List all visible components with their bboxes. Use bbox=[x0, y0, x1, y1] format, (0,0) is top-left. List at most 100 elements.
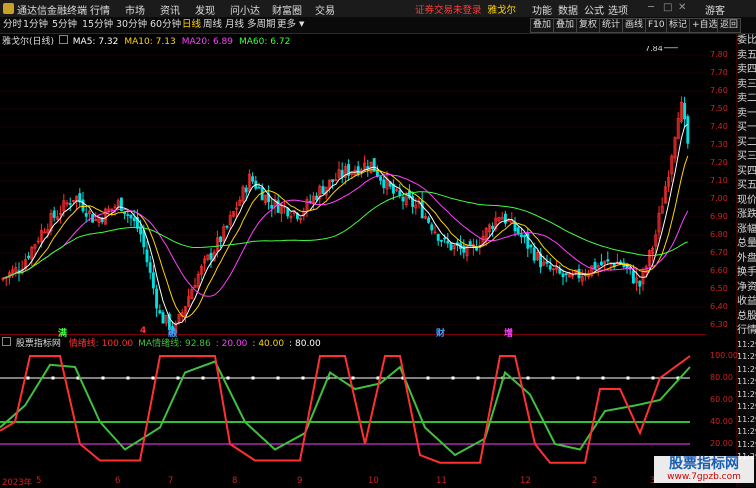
price-tick-label: 6.40 bbox=[710, 302, 728, 311]
overlay2-button[interactable]: 叠加 bbox=[553, 18, 578, 33]
menu-options[interactable]: 选项 bbox=[608, 2, 628, 17]
side-panel-item[interactable]: 行情 bbox=[737, 324, 756, 339]
side-panel-item[interactable]: 总量 bbox=[737, 237, 756, 252]
period-monthly[interactable]: 月线 bbox=[225, 18, 244, 31]
price-tick-label: 6.80 bbox=[710, 230, 728, 239]
side-panel-item[interactable]: 买一 bbox=[737, 121, 756, 136]
side-panel-item[interactable]: 委比 bbox=[737, 34, 756, 49]
menu-formula[interactable]: 公式 bbox=[584, 2, 604, 17]
event-badge[interactable]: 满 bbox=[58, 326, 67, 339]
side-panel-item[interactable]: 总股 bbox=[737, 310, 756, 325]
side-panel-item[interactable]: 买四 bbox=[737, 165, 756, 180]
indicator-tick-label: 100.00 bbox=[710, 351, 738, 360]
period-multi[interactable]: 多周期 bbox=[247, 18, 276, 31]
period-30min[interactable]: 30分钟 bbox=[116, 18, 147, 31]
side-panel-item[interactable]: 现价 bbox=[737, 194, 756, 209]
menu-discover[interactable]: 发现 bbox=[195, 2, 215, 17]
mark-button[interactable]: 标记 bbox=[666, 18, 691, 33]
side-panel-item[interactable]: 涨跌 bbox=[737, 208, 756, 223]
side-panel-item[interactable]: 11:29 bbox=[737, 389, 756, 402]
side-panel-item[interactable]: 买三 bbox=[737, 150, 756, 165]
side-panel-item[interactable]: 11:29 bbox=[737, 414, 756, 427]
side-panel-item[interactable]: 11:29 bbox=[737, 439, 756, 452]
side-panel-item[interactable]: 净资 bbox=[737, 281, 756, 296]
chevron-down-icon[interactable]: ▼ bbox=[299, 18, 304, 31]
side-panel-item[interactable]: 卖四 bbox=[737, 63, 756, 78]
menu-trade[interactable]: 交易 bbox=[315, 2, 335, 17]
menu-market[interactable]: 行情 bbox=[90, 2, 110, 17]
event-badge[interactable]: 融 bbox=[168, 326, 177, 339]
period-weekly[interactable]: 周线 bbox=[203, 18, 222, 31]
candle-body bbox=[219, 236, 223, 243]
side-panel-item[interactable]: 11:29 bbox=[737, 426, 756, 439]
menu-guest[interactable]: 游客 bbox=[705, 2, 725, 17]
candle-body bbox=[382, 179, 386, 189]
menu-markets[interactable]: 市场 bbox=[125, 2, 145, 17]
side-panel-item[interactable]: 11:29 bbox=[737, 339, 756, 352]
menu-data[interactable]: 数据 bbox=[558, 2, 578, 17]
draw-button[interactable]: 画线 bbox=[622, 18, 647, 33]
app-logo-icon bbox=[3, 3, 14, 14]
indicator-toggle-icon[interactable] bbox=[2, 337, 11, 346]
date-tick-label: 6 bbox=[115, 476, 121, 486]
side-panel-item[interactable]: 11:29 bbox=[737, 401, 756, 414]
candle-body bbox=[420, 200, 424, 219]
side-panel-item[interactable]: 卖三 bbox=[737, 78, 756, 93]
candle-body bbox=[100, 218, 104, 223]
period-15min[interactable]: 15分钟 bbox=[82, 18, 113, 31]
period-1min[interactable]: 1分钟 bbox=[23, 18, 48, 31]
sentiment-indicator-chart[interactable] bbox=[0, 348, 706, 476]
candlestick-chart[interactable]: 7.84←6.23 bbox=[0, 46, 706, 334]
event-badge[interactable]: 增 bbox=[504, 326, 513, 339]
stats-button[interactable]: 统计 bbox=[599, 18, 624, 33]
panel-divider[interactable] bbox=[0, 334, 706, 335]
side-panel-item[interactable]: 11:29 bbox=[737, 376, 756, 389]
side-panel-item[interactable]: 涨幅 bbox=[737, 223, 756, 238]
menu-wealth[interactable]: 财富圈 bbox=[272, 2, 302, 17]
candle-body bbox=[523, 234, 527, 238]
side-panel-item[interactable]: 买五 bbox=[737, 179, 756, 194]
login-warning[interactable]: 证券交易未登录 雅戈尔 bbox=[415, 2, 516, 16]
side-panel-item[interactable]: 卖二 bbox=[737, 92, 756, 107]
event-badge[interactable]: 财 bbox=[436, 326, 445, 339]
side-panel-item[interactable]: 换手 bbox=[737, 266, 756, 281]
window-max-icon[interactable]: □ bbox=[663, 2, 672, 13]
price-tick-label: 6.60 bbox=[710, 266, 728, 275]
price-tick-label: 7.70 bbox=[710, 68, 728, 77]
candle-body bbox=[321, 186, 325, 194]
back-button[interactable]: 返回 bbox=[717, 18, 742, 33]
period-daily[interactable]: 日线 bbox=[182, 18, 201, 31]
side-panel-item[interactable]: 11:29 bbox=[737, 351, 756, 364]
candle-body bbox=[439, 239, 443, 242]
side-panel-item[interactable]: 卖五 bbox=[737, 49, 756, 64]
menu-function[interactable]: 功能 bbox=[532, 2, 552, 17]
menu-news[interactable]: 资讯 bbox=[160, 2, 180, 17]
side-panel-item[interactable]: 11:29 bbox=[737, 364, 756, 377]
date-tick-label: 10 bbox=[368, 476, 379, 486]
window-min-icon[interactable]: ─ bbox=[648, 2, 654, 13]
indicator-tick-label: 40.00 bbox=[710, 417, 733, 426]
side-panel-item[interactable]: 买二 bbox=[737, 136, 756, 151]
f10-button[interactable]: F10 bbox=[645, 18, 668, 33]
price-tick-label: 6.30 bbox=[710, 320, 728, 329]
ma-toggle-icon[interactable] bbox=[58, 35, 68, 44]
level-dot bbox=[26, 376, 30, 380]
level-dot bbox=[526, 376, 530, 380]
candle-body bbox=[545, 261, 549, 264]
menu-wenxiaoda[interactable]: 问小达 bbox=[230, 2, 260, 17]
side-panel-item[interactable]: 外盘 bbox=[737, 252, 756, 267]
adjust-button[interactable]: 复权 bbox=[576, 18, 601, 33]
period-tick[interactable]: 分时 bbox=[3, 18, 22, 31]
event-badge[interactable]: 4 bbox=[140, 326, 146, 336]
add-watchlist-button[interactable]: +自选 bbox=[689, 18, 721, 33]
overlay-button[interactable]: 叠加 bbox=[530, 18, 555, 33]
period-60min[interactable]: 60分钟 bbox=[150, 18, 181, 31]
period-more[interactable]: 更多 bbox=[277, 18, 296, 31]
period-5min[interactable]: 5分钟 bbox=[52, 18, 77, 31]
price-tick-label: 6.90 bbox=[710, 212, 728, 221]
side-panel-item[interactable]: 卖一 bbox=[737, 107, 756, 122]
side-panel-item[interactable]: 收益 bbox=[737, 295, 756, 310]
period-toolbar: 分时 1分钟 5分钟 15分钟 30分钟 60分钟 日线 周线 月线 多周期 更… bbox=[0, 17, 756, 34]
candle-body bbox=[564, 273, 568, 276]
window-close-icon[interactable]: ✕ bbox=[678, 2, 686, 13]
